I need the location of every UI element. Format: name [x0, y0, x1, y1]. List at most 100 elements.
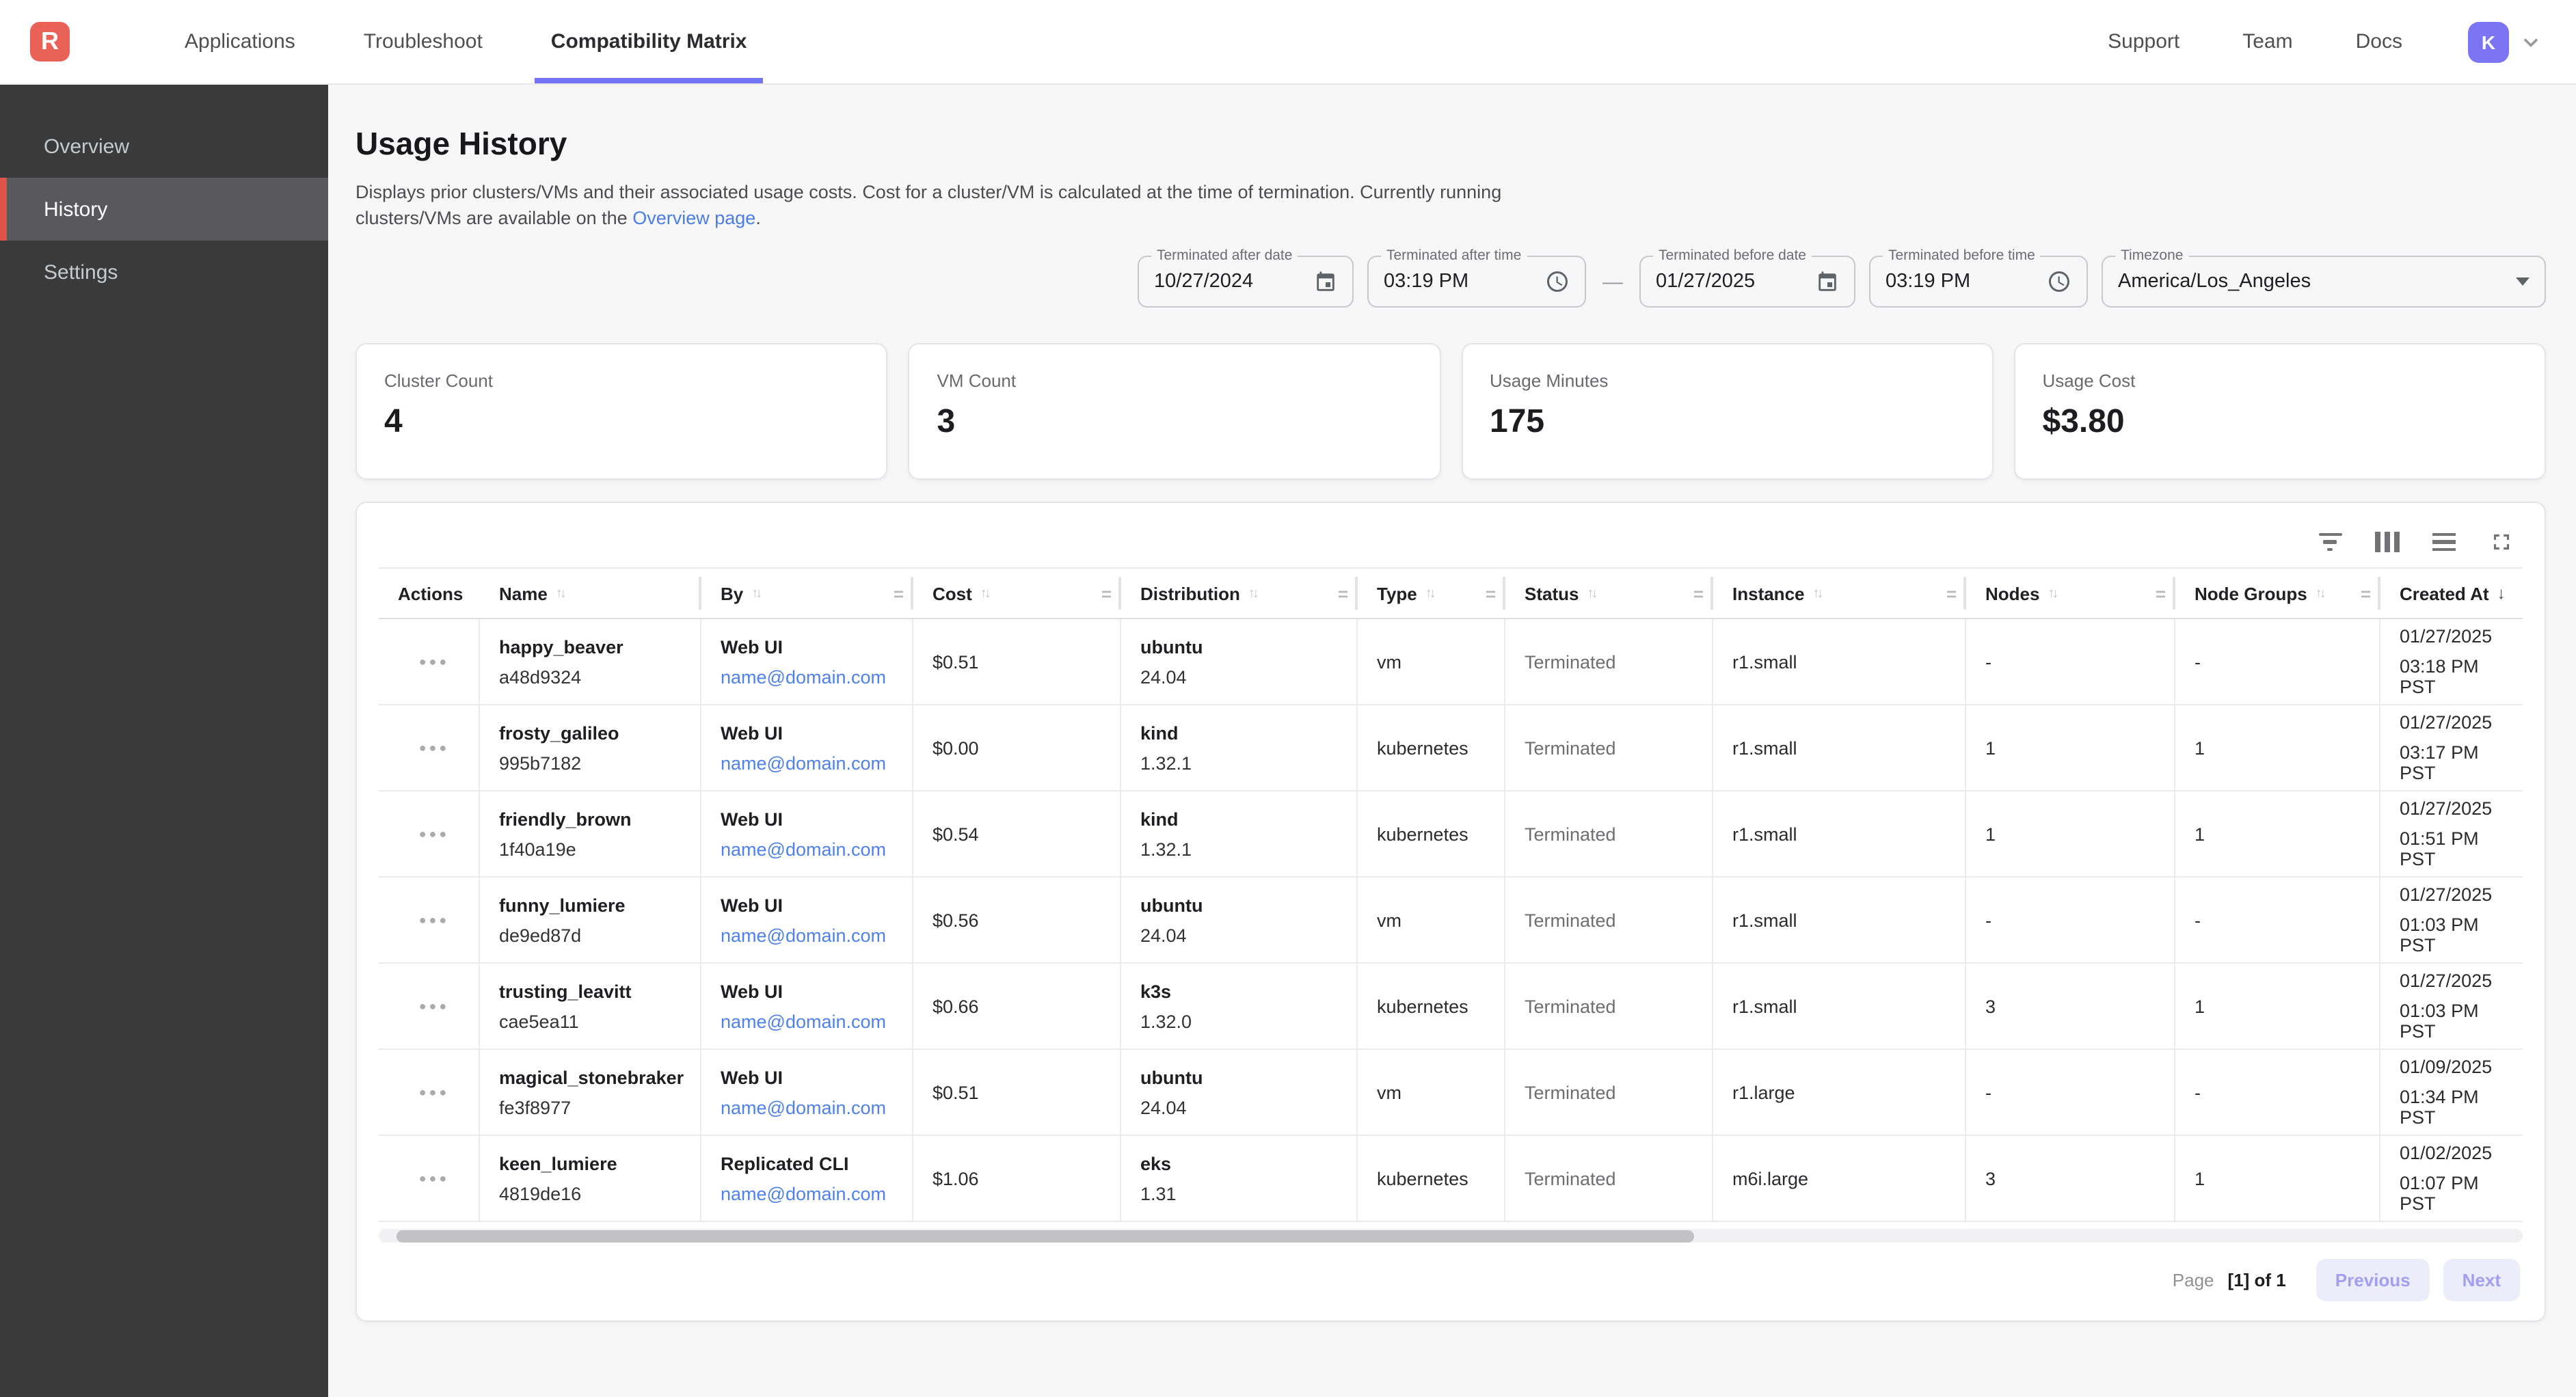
row-actions-button[interactable]: ●●● — [419, 1171, 450, 1185]
email-link[interactable]: name@domain.com — [721, 925, 904, 945]
sort-icon[interactable]: ↑↓ — [2316, 586, 2324, 601]
horizontal-scrollbar-thumb[interactable] — [397, 1230, 1693, 1242]
sort-icon[interactable]: ↑↓ — [751, 586, 760, 601]
filter-icon[interactable] — [2318, 528, 2342, 556]
sort-icon[interactable]: ↑↓ — [1248, 586, 1257, 601]
nav-link-support[interactable]: Support — [2108, 30, 2179, 53]
column-resize-handle[interactable]: = — [1338, 583, 1348, 603]
terminated-after-date-value[interactable]: 10/27/2024 — [1154, 271, 1253, 293]
description-line1: Displays prior clusters/VMs and their as… — [355, 179, 2546, 205]
column-resize-handle[interactable]: = — [1486, 583, 1496, 603]
nav-link-team[interactable]: Team — [2242, 30, 2292, 53]
status-cell: Terminated — [1505, 1136, 1713, 1221]
tab-troubleshoot[interactable]: Troubleshoot — [347, 0, 499, 83]
tab-compatibility-matrix[interactable]: Compatibility Matrix — [535, 0, 764, 83]
column-header-instance[interactable]: Instance↑↓= — [1713, 569, 1966, 618]
status-cell: Terminated — [1505, 964, 1713, 1048]
column-resize-handle[interactable]: = — [894, 583, 904, 603]
page-value: [1] of 1 — [2228, 1270, 2286, 1290]
row-actions-button[interactable]: ●●● — [419, 741, 450, 755]
column-header-status[interactable]: Status↑↓= — [1505, 569, 1713, 618]
description-line2: clusters/VMs are available on the Overvi… — [355, 208, 761, 228]
by-cell: Web UIname@domain.com — [701, 705, 913, 790]
email-link[interactable]: name@domain.com — [721, 1183, 904, 1204]
fullscreen-icon[interactable] — [2488, 528, 2514, 556]
column-resize-handle[interactable]: = — [1693, 583, 1704, 603]
sort-icon[interactable]: ↑↓ — [980, 586, 989, 601]
table-row: ●●● magical_stonebrakerfe3f8977 Web UIna… — [379, 1050, 2523, 1136]
terminated-after-time-value[interactable]: 03:19 PM — [1384, 271, 1468, 293]
column-header-distribution[interactable]: Distribution↑↓= — [1121, 569, 1358, 618]
column-header-name[interactable]: Name↑↓ — [480, 569, 701, 618]
clock-icon[interactable] — [1545, 269, 1570, 294]
density-icon[interactable] — [2432, 528, 2456, 556]
instance-cell: r1.small — [1713, 878, 1966, 962]
sort-icon[interactable]: ↑↓ — [556, 586, 564, 601]
stat-card-usage-minutes: Usage Minutes 175 — [1461, 343, 1994, 480]
next-button[interactable]: Next — [2443, 1259, 2520, 1301]
user-menu[interactable]: K — [2468, 21, 2543, 62]
instance-cell: r1.small — [1713, 705, 1966, 790]
nav-link-docs[interactable]: Docs — [2356, 30, 2402, 53]
clock-icon[interactable] — [2047, 269, 2071, 294]
nodes-cell: - — [1966, 619, 2175, 704]
sort-desc-icon[interactable]: ↓ — [2497, 584, 2506, 603]
overview-page-link[interactable]: Overview page — [632, 208, 755, 228]
horizontal-scrollbar-track[interactable] — [379, 1229, 2523, 1243]
row-actions-button[interactable]: ●●● — [419, 999, 450, 1013]
sidebar-item-settings[interactable]: Settings — [0, 241, 328, 303]
created-at-cell: 01/27/202501:03 PM PST — [2380, 964, 2525, 1048]
email-link[interactable]: name@domain.com — [721, 752, 904, 773]
sort-icon[interactable]: ↑↓ — [1587, 586, 1595, 601]
chevron-down-icon[interactable] — [2519, 29, 2543, 54]
sort-icon[interactable]: ↑↓ — [2048, 586, 2056, 601]
terminated-before-date-value[interactable]: 01/27/2025 — [1656, 271, 1755, 293]
column-resize-handle[interactable]: = — [1946, 583, 1957, 603]
email-link[interactable]: name@domain.com — [721, 666, 904, 687]
calendar-icon[interactable] — [1314, 270, 1337, 293]
type-cell: kubernetes — [1358, 964, 1505, 1048]
row-actions-button[interactable]: ●●● — [419, 827, 450, 841]
avatar[interactable]: K — [2468, 21, 2509, 62]
column-resize-handle[interactable]: = — [1101, 583, 1112, 603]
row-actions-button[interactable]: ●●● — [419, 1085, 450, 1099]
sort-icon[interactable]: ↑↓ — [1813, 586, 1821, 601]
column-header-node-groups[interactable]: Node Groups↑↓= — [2175, 569, 2380, 618]
row-actions-button[interactable]: ●●● — [419, 655, 450, 668]
email-link[interactable]: name@domain.com — [721, 1097, 904, 1117]
column-header-created-at[interactable]: Created At↓ — [2380, 569, 2525, 618]
timezone-value[interactable]: America/Los_Angeles — [2118, 271, 2311, 293]
sidebar-item-history[interactable]: History — [0, 178, 328, 241]
column-resize-handle[interactable]: = — [2361, 583, 2371, 603]
terminated-before-date-input[interactable]: Terminated before date 01/27/2025 — [1639, 256, 1855, 308]
sidebar-item-overview[interactable]: Overview — [0, 115, 328, 178]
replicated-logo[interactable]: R — [30, 22, 70, 62]
by-cell: Replicated CLIname@domain.com — [701, 1136, 913, 1221]
terminated-after-time-input[interactable]: Terminated after time 03:19 PM — [1367, 256, 1586, 308]
stat-value: 4 — [384, 403, 859, 442]
previous-button[interactable]: Previous — [2316, 1259, 2430, 1301]
column-header-nodes[interactable]: Nodes↑↓= — [1966, 569, 2175, 618]
tab-applications[interactable]: Applications — [168, 0, 312, 83]
node-groups-cell: - — [2175, 619, 2380, 704]
stat-value: $3.80 — [2043, 403, 2518, 442]
columns-icon[interactable] — [2374, 528, 2400, 556]
terminated-before-time-value[interactable]: 03:19 PM — [1886, 271, 1970, 293]
column-header-actions: Actions — [379, 569, 480, 618]
terminated-before-time-input[interactable]: Terminated before time 03:19 PM — [1869, 256, 2088, 308]
by-cell: Web UIname@domain.com — [701, 1050, 913, 1135]
email-link[interactable]: name@domain.com — [721, 1011, 904, 1031]
terminated-after-date-input[interactable]: Terminated after date 10/27/2024 — [1138, 256, 1354, 308]
email-link[interactable]: name@domain.com — [721, 839, 904, 859]
calendar-icon[interactable] — [1816, 270, 1839, 293]
column-resize-handle[interactable]: = — [2156, 583, 2166, 603]
row-actions-button[interactable]: ●●● — [419, 913, 450, 927]
instance-cell: r1.large — [1713, 1050, 1966, 1135]
sort-icon[interactable]: ↑↓ — [1425, 586, 1434, 601]
dropdown-arrow-icon[interactable] — [2516, 277, 2530, 286]
pagination: Page [1] of 1 Previous Next — [379, 1259, 2523, 1301]
timezone-select[interactable]: Timezone America/Los_Angeles — [2102, 256, 2546, 308]
column-header-by[interactable]: By↑↓= — [701, 569, 913, 618]
column-header-type[interactable]: Type↑↓= — [1358, 569, 1505, 618]
column-header-cost[interactable]: Cost↑↓= — [913, 569, 1121, 618]
